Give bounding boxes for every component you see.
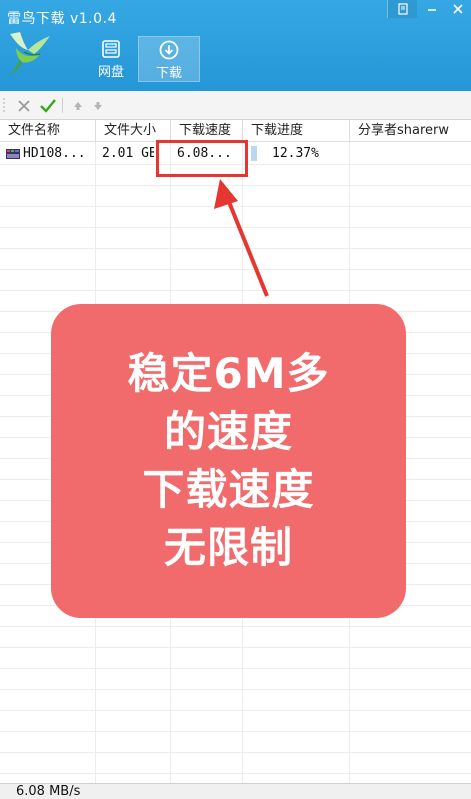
file-name: HD108... — [23, 146, 86, 161]
restore-icon — [397, 3, 408, 15]
move-up-button[interactable] — [68, 96, 88, 116]
close-icon — [453, 4, 463, 14]
disk-icon — [100, 38, 122, 60]
callout-line: 无限制 — [163, 523, 293, 572]
callout-line: 稳定6M多 — [127, 349, 330, 398]
column-header-progress[interactable]: 下载进度 — [243, 120, 350, 142]
status-bar: 6.08 MB/s — [0, 783, 471, 799]
column-header-size[interactable]: 文件大小 — [96, 120, 171, 142]
move-down-button[interactable] — [88, 96, 108, 116]
grid-line — [0, 752, 471, 753]
download-icon — [158, 39, 180, 61]
column-header-speed[interactable]: 下载速度 — [171, 120, 243, 142]
toolbar-grip-icon — [3, 98, 5, 114]
confirm-icon — [40, 99, 56, 113]
grid-line — [0, 668, 471, 669]
delete-button[interactable] — [14, 96, 34, 116]
grid-line — [0, 626, 471, 627]
restore-button[interactable] — [387, 0, 417, 18]
tab-download-label: 下载 — [155, 66, 182, 81]
app-title: 雷鸟下载 v1.0.4 — [7, 11, 117, 27]
video-file-icon — [6, 148, 20, 159]
toolbar — [0, 91, 471, 120]
column-header-filename[interactable]: 文件名称 — [0, 120, 96, 142]
grid-line — [0, 647, 471, 648]
minimize-icon — [428, 9, 436, 11]
tab-netdisk-label: 网盘 — [97, 65, 124, 80]
grid-line — [0, 689, 471, 690]
toolbar-divider — [62, 98, 63, 113]
move-down-icon — [94, 102, 102, 110]
callout-line: 下载速度 — [142, 465, 315, 514]
callout-line: 的速度 — [163, 407, 293, 456]
grid-line — [0, 773, 471, 774]
move-up-icon — [74, 102, 82, 110]
arrow-up-icon — [214, 179, 269, 297]
sharer-cell — [356, 143, 466, 164]
promo-callout: 稳定6M多 的速度 下载速度 无限制 — [51, 304, 406, 618]
confirm-button[interactable] — [38, 96, 58, 116]
download-progress-cell: 12.37% — [272, 146, 319, 161]
bird-logo-icon — [10, 32, 50, 74]
table-header: 文件名称 文件大小 下载速度 下载进度 分享者sharerw — [0, 120, 471, 142]
tab-netdisk[interactable]: 网盘 — [80, 36, 142, 82]
close-button[interactable] — [443, 0, 471, 18]
title-bar: 雷鸟下载 v1.0.4 网盘 下载 — [0, 0, 471, 91]
grid-line — [0, 710, 471, 711]
delete-icon — [18, 100, 30, 112]
grid-line — [0, 731, 471, 732]
tab-download[interactable]: 下载 — [138, 36, 200, 82]
file-size-cell: 2.01 GB — [102, 146, 154, 161]
progress-bar-fill — [251, 146, 257, 161]
status-speed: 6.08 MB/s — [16, 784, 81, 799]
file-name-cell: HD108... — [6, 143, 96, 164]
column-header-sharer[interactable]: 分享者sharerw — [350, 120, 471, 142]
speed-highlight-box — [156, 140, 248, 177]
